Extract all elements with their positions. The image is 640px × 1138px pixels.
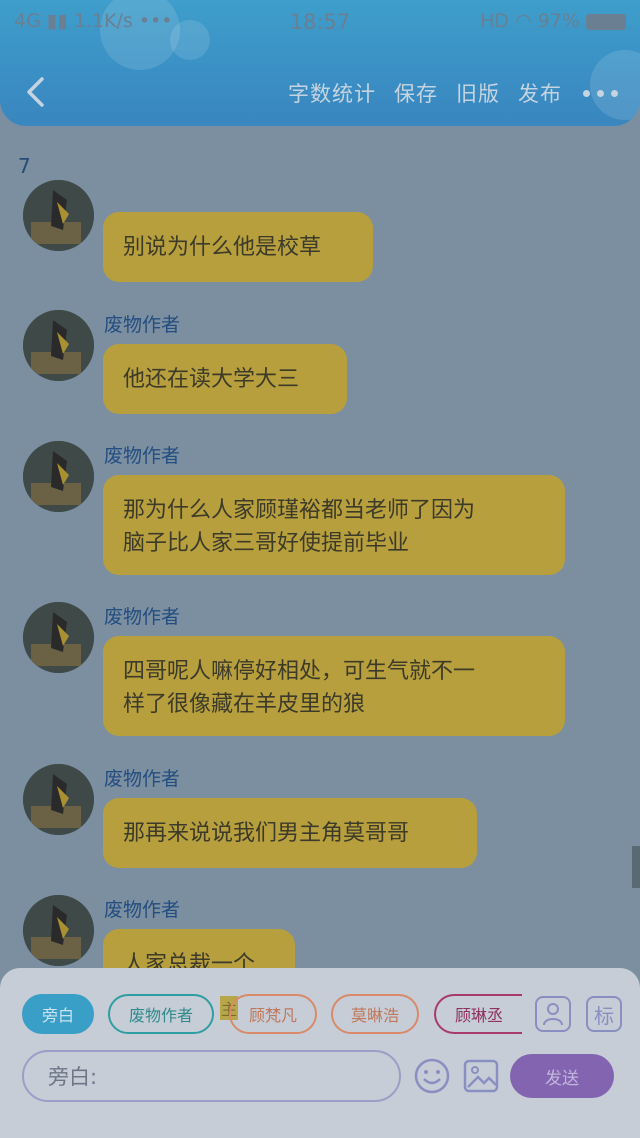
avatar[interactable] [23,441,94,512]
message-bubble: 那为什么人家顾瑾裕都当老师了因为 脑子比人家三哥好使提前毕业 [103,475,565,575]
role-chip-gu-fanfan[interactable]: 顾梵凡 [229,994,317,1034]
role-chip-gu-lincheng[interactable]: 顾琳丞 [434,994,522,1034]
message-bubble: 四哥呢人嘛停好相处，可生气就不一 样了很像藏在羊皮里的狼 [103,636,565,736]
sender-name: 废物作者 [104,768,181,790]
input-row: 旁白: 发送 [22,1050,622,1102]
message-bubble: 别说为什么他是校草 [103,212,373,282]
role-chip-narration[interactable]: 旁白 [22,994,94,1034]
status-right: HD ◠ 97% [480,10,626,32]
chapter-number: 7 [18,154,31,178]
sender-name: 废物作者 [104,899,181,921]
role-chip-mo-linhao[interactable]: 莫晽浩 [331,994,419,1034]
message-bubble: 他还在读大学大三 [103,344,347,414]
avatar[interactable] [23,180,94,251]
avatar[interactable] [23,895,94,966]
image-icon[interactable] [462,1057,500,1095]
message-bubble: 那再来说说我们男主角莫哥哥 [103,798,477,868]
avatar[interactable] [23,310,94,381]
person-icon[interactable] [535,996,571,1032]
battery-icon [586,13,626,30]
nav-bar: 字数统计 保存 旧版 发布 [0,70,640,116]
hd-label: HD [480,10,510,32]
emoji-icon[interactable] [413,1057,451,1095]
mark-icon[interactable]: 标 [586,996,622,1032]
top-header: 4G ▮▮ 1.1K/s ••• 18:57 HD ◠ 97% 字数统计 保存 … [0,0,640,126]
avatar[interactable] [23,602,94,673]
message-input[interactable]: 旁白: [22,1050,401,1102]
sender-name: 废物作者 [104,445,181,467]
battery-percent: 97% [537,10,580,32]
sender-name: 废物作者 [104,606,181,628]
save-button[interactable]: 保存 [394,78,438,108]
role-selector: 旁白 废物作者 主 顾梵凡 莫晽浩 顾琳丞 [22,994,522,1038]
word-count-button[interactable]: 字数统计 [288,78,376,108]
compose-panel: 旁白 废物作者 主 顾梵凡 莫晽浩 顾琳丞 标 旁白: 发送 [0,968,640,1138]
scrollbar-thumb[interactable] [632,846,640,888]
role-chip-author[interactable]: 废物作者 [108,994,214,1034]
send-button[interactable]: 发送 [510,1054,614,1098]
avatar[interactable] [23,764,94,835]
more-icon[interactable] [580,83,620,103]
publish-button[interactable]: 发布 [518,78,562,108]
status-bar: 4G ▮▮ 1.1K/s ••• 18:57 HD ◠ 97% [0,8,640,38]
wifi-icon: ◠ [515,10,532,32]
old-version-button[interactable]: 旧版 [456,78,500,108]
nav-actions: 字数统计 保存 旧版 发布 [288,78,620,108]
back-icon[interactable] [22,76,52,108]
sender-name: 废物作者 [104,314,181,336]
